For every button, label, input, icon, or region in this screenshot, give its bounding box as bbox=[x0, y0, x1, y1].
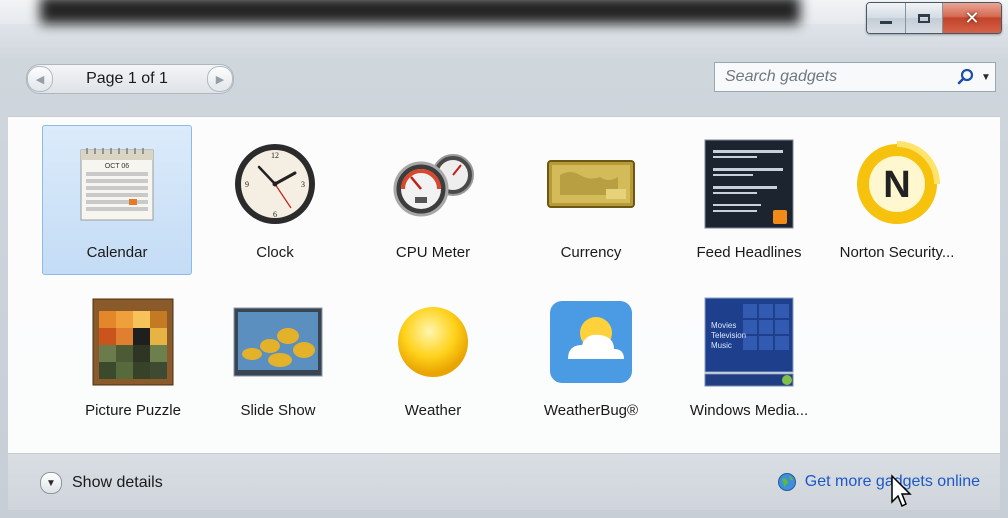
svg-text:3: 3 bbox=[301, 180, 305, 189]
dropdown-arrow-icon: ▼ bbox=[981, 71, 991, 83]
show-details-button[interactable]: ▼ Show details bbox=[40, 472, 163, 494]
gadget-label: Norton Security... bbox=[839, 244, 955, 261]
gadget-tile-windows-media[interactable]: Movies Television Music Windows Media... bbox=[674, 283, 824, 433]
picture-puzzle-icon bbox=[85, 294, 181, 390]
norton-icon: N bbox=[849, 136, 945, 232]
gadget-tile-weatherbug[interactable]: WeatherBug® bbox=[516, 283, 666, 433]
background-title-shadow bbox=[40, 0, 800, 24]
maximize-button[interactable] bbox=[906, 3, 943, 33]
toolbar: ◀ Page 1 of 1 ▶ ▼ bbox=[8, 36, 1000, 116]
search-icon bbox=[957, 68, 974, 85]
previous-page-button[interactable]: ◀ bbox=[27, 66, 53, 92]
gadget-list: OCT 06 Calendar 12 3 6 9 Clock CPU Meter… bbox=[8, 116, 1000, 454]
calendar-icon: OCT 06 bbox=[69, 136, 165, 232]
gadget-label: Slide Show bbox=[240, 402, 316, 419]
slide-show-icon bbox=[230, 294, 326, 390]
close-button[interactable]: ✕ bbox=[943, 3, 1001, 33]
search-options-button[interactable]: ▼ bbox=[977, 66, 995, 88]
feed-headlines-icon bbox=[701, 136, 797, 232]
gadget-label: Calendar bbox=[86, 244, 148, 261]
gadget-label: Feed Headlines bbox=[696, 244, 802, 261]
search-box: ▼ bbox=[714, 62, 996, 92]
gadget-tile-norton-security[interactable]: N Norton Security... bbox=[822, 125, 972, 275]
next-page-button[interactable]: ▶ bbox=[207, 66, 233, 92]
calendar-month-text: OCT 06 bbox=[105, 163, 129, 170]
window-controls: ✕ bbox=[866, 2, 1002, 34]
gadget-tile-weather[interactable]: Weather bbox=[358, 283, 508, 433]
currency-icon bbox=[543, 136, 639, 232]
gadget-label: Windows Media... bbox=[689, 402, 809, 419]
minimize-icon bbox=[880, 20, 892, 24]
show-details-label: Show details bbox=[72, 474, 163, 491]
arrow-right-icon: ▶ bbox=[215, 73, 225, 86]
gadget-label: Picture Puzzle bbox=[85, 402, 181, 419]
search-button[interactable] bbox=[955, 66, 977, 88]
minimize-button[interactable] bbox=[867, 3, 906, 33]
media-line-music: Music bbox=[711, 341, 732, 350]
gadget-label: WeatherBug® bbox=[543, 402, 639, 419]
globe-icon bbox=[777, 473, 796, 491]
clock-icon: 12 3 6 9 bbox=[227, 136, 323, 232]
weather-icon bbox=[385, 294, 481, 390]
cpu-meter-icon bbox=[385, 136, 481, 232]
pager: ◀ Page 1 of 1 ▶ bbox=[26, 64, 234, 94]
gadget-tile-clock[interactable]: 12 3 6 9 Clock bbox=[200, 125, 350, 275]
gadget-tile-picture-puzzle[interactable]: Picture Puzzle bbox=[58, 283, 208, 433]
gadget-tile-slide-show[interactable]: Slide Show bbox=[203, 283, 353, 433]
chevron-down-icon: ▼ bbox=[40, 472, 62, 494]
svg-text:9: 9 bbox=[245, 180, 249, 189]
maximize-icon bbox=[918, 13, 930, 23]
weatherbug-icon bbox=[543, 294, 639, 390]
gadget-gallery-window: ✕ ◀ Page 1 of 1 ▶ ▼ bbox=[0, 0, 1008, 518]
footer-bar: ▼ Show details Get more gadgets online bbox=[8, 454, 1000, 510]
gadget-label: Weather bbox=[404, 402, 462, 419]
gadget-tile-cpu-meter[interactable]: CPU Meter bbox=[358, 125, 508, 275]
page-indicator: Page 1 of 1 bbox=[86, 70, 168, 87]
svg-text:12: 12 bbox=[271, 151, 279, 160]
windows-media-icon: Movies Television Music bbox=[701, 294, 797, 390]
arrow-left-icon: ◀ bbox=[35, 73, 45, 86]
close-icon: ✕ bbox=[964, 7, 980, 28]
svg-text:6: 6 bbox=[273, 210, 277, 219]
gadget-tile-currency[interactable]: Currency bbox=[516, 125, 666, 275]
gadget-tile-calendar[interactable]: OCT 06 Calendar bbox=[42, 125, 192, 275]
svg-text:N: N bbox=[883, 164, 910, 206]
mouse-pointer-icon bbox=[891, 474, 912, 508]
get-more-gadgets-link[interactable]: Get more gadgets online bbox=[777, 472, 980, 492]
gadget-label: Currency bbox=[560, 244, 622, 261]
gadget-label: Clock bbox=[256, 244, 294, 261]
gadget-label: CPU Meter bbox=[395, 244, 471, 261]
media-line-television: Television bbox=[711, 331, 746, 340]
gadget-tile-feed-headlines[interactable]: Feed Headlines bbox=[674, 125, 824, 275]
search-input[interactable] bbox=[715, 63, 955, 91]
media-line-movies: Movies bbox=[711, 321, 736, 330]
